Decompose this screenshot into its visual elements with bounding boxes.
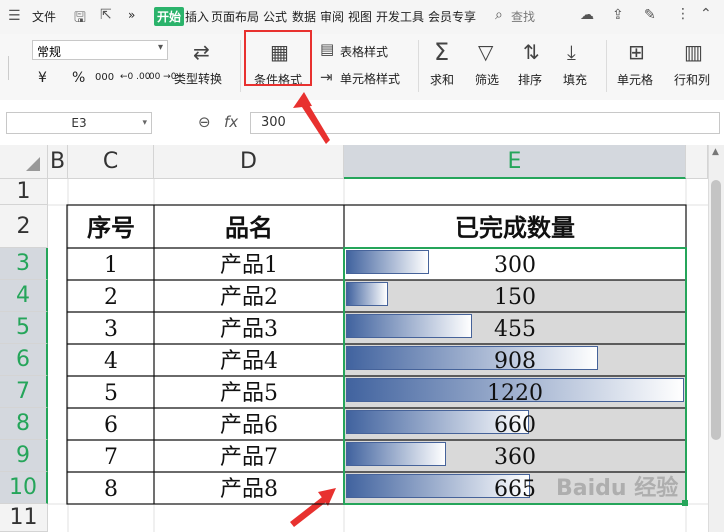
table-cell-qty[interactable]: 150 [346, 280, 684, 312]
table-cell-qty[interactable]: 300 [346, 248, 684, 280]
table-cell-name[interactable]: 产品4 [154, 344, 344, 376]
table-cell-name[interactable]: 产品7 [154, 440, 344, 472]
table-cell-no[interactable]: 3 [68, 312, 154, 344]
table-cell-no[interactable]: 2 [68, 280, 154, 312]
table-cell-name[interactable]: 产品6 [154, 408, 344, 440]
table-cell-qty[interactable]: 1220 [346, 376, 684, 408]
table-cell-no[interactable]: 4 [68, 344, 154, 376]
scrollbar-thumb[interactable] [711, 180, 721, 440]
table-cell-qty[interactable]: 360 [346, 440, 684, 472]
fill-handle[interactable] [682, 500, 688, 506]
scroll-up-icon[interactable]: ▲ [712, 147, 719, 157]
watermark-logo: Baidu 经验 [556, 476, 679, 501]
header-cell-name[interactable]: 品名 [154, 205, 344, 248]
table-cell-no[interactable]: 1 [68, 248, 154, 280]
header-cell-qty[interactable]: 已完成数量 [344, 205, 686, 248]
table-cell-no[interactable]: 5 [68, 376, 154, 408]
table-cell-qty[interactable]: 908 [346, 344, 684, 376]
table-cell-name[interactable]: 产品2 [154, 280, 344, 312]
table-cell-name[interactable]: 产品3 [154, 312, 344, 344]
table-cell-name[interactable]: 产品5 [154, 376, 344, 408]
table-cell-no[interactable]: 7 [68, 440, 154, 472]
table-cell-qty[interactable]: 455 [346, 312, 684, 344]
table-cell-name[interactable]: 产品8 [154, 472, 344, 504]
header-cell-no[interactable]: 序号 [68, 205, 154, 248]
table-cell-no[interactable]: 6 [68, 408, 154, 440]
table-cell-no[interactable]: 8 [68, 472, 154, 504]
table-cell-name[interactable]: 产品1 [154, 248, 344, 280]
table-cell-qty[interactable]: 660 [346, 408, 684, 440]
